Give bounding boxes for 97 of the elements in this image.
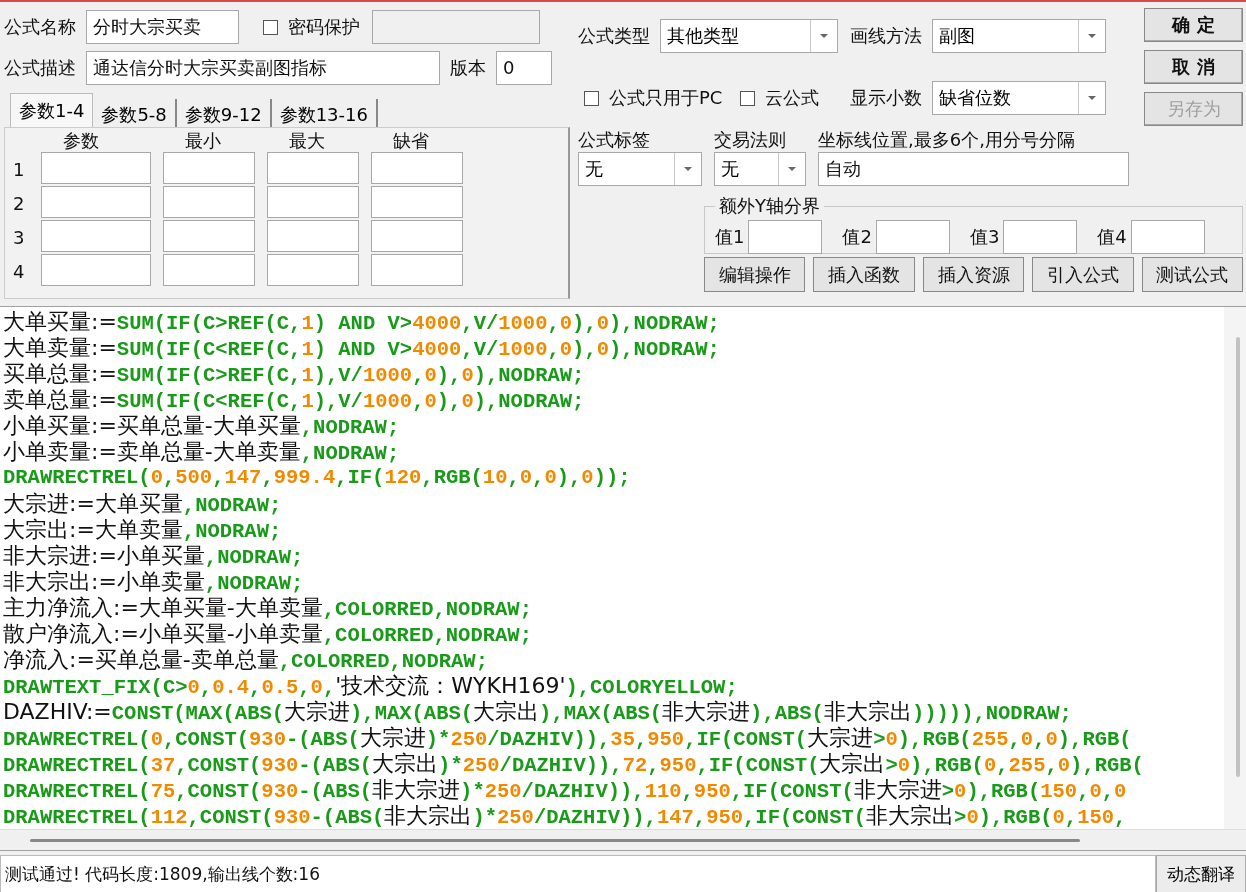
row-number: 1	[13, 158, 26, 180]
checkbox-label: 云公式	[765, 86, 820, 110]
tool-button[interactable]: 引入公式	[1032, 257, 1134, 292]
dropdown[interactable]: 缺省位数	[932, 81, 1106, 115]
tab[interactable]: 参数1-4	[10, 93, 94, 127]
tool-button[interactable]: 编辑操作	[704, 257, 806, 292]
field-label: 交易法则	[714, 129, 786, 150]
column-header: 参数	[62, 130, 100, 152]
row-number: 4	[13, 260, 26, 282]
param-input[interactable]	[163, 186, 255, 218]
input-field[interactable]: 分时大宗买卖	[86, 10, 239, 44]
vertical-scrollbar[interactable]	[1224, 307, 1246, 830]
param-input[interactable]	[163, 254, 255, 286]
field-label: 公式标签	[578, 129, 650, 150]
code-line: 小单买量:=买单总量-大单买量,NODRAW;	[3, 413, 400, 439]
code-line: 大宗出:=大单卖量,NODRAW;	[3, 517, 282, 543]
field-label: 显示小数	[850, 86, 922, 110]
field-label: 值4	[1097, 225, 1127, 249]
input-field[interactable]: 自动	[818, 152, 1129, 186]
code-line: DAZHIV:=CONST(MAX(ABS(大宗进),MAX(ABS(大宗出),MAX(ABS(非大宗进),ABS(非大宗出))))),NODRAW;	[3, 699, 1072, 725]
field-label: 画线方法	[850, 24, 922, 48]
caret-icon	[819, 33, 829, 39]
code-line: 非大宗出:=小单卖量,NODRAW;	[3, 569, 304, 595]
checkbox-label: 密码保护	[288, 15, 360, 39]
input-field[interactable]	[875, 220, 950, 254]
code-line: 大单卖量:=SUM(IF(C<REF(C,1) AND V>4000,V/1000,0),0),NODRAW;	[3, 335, 720, 361]
code-line: 大宗进:=大单买量,NODRAW;	[3, 491, 282, 517]
tool-button[interactable]: 插入函数	[813, 257, 915, 292]
code-line: 净流入:=买单总量-卖单总量,COLORRED,NODRAW;	[3, 647, 488, 673]
param-input[interactable]	[41, 220, 151, 252]
code-line: 卖单总量:=SUM(IF(C<REF(C,1),V/1000,0),0),NODRAW;	[3, 387, 585, 413]
scrollbar-thumb[interactable]	[1236, 337, 1240, 777]
caret-icon	[683, 166, 693, 172]
code-line: DRAWRECTREL(37,CONST(930-(ABS(大宗出)*250/DAZHIV)),72,950,IF(CONST(大宗出>0),RGB(0,255,0),RGB(	[3, 751, 1144, 777]
checkbox[interactable]	[263, 19, 278, 35]
input-field[interactable]: 0	[496, 51, 552, 85]
field-label: 公式描述	[4, 56, 76, 80]
group-title: 额外Y轴分界	[718, 194, 821, 218]
param-input[interactable]	[163, 152, 255, 184]
param-input[interactable]	[41, 152, 151, 184]
checkbox[interactable]	[584, 90, 599, 106]
field-label: 公式名称	[4, 15, 76, 39]
input-field[interactable]: 通达信分时大宗买卖副图指标	[86, 51, 440, 85]
field-label: 公式类型	[578, 24, 650, 48]
horizontal-scrollbar[interactable]	[0, 829, 1246, 850]
field-label: 值1	[715, 225, 745, 249]
code-line: 小单卖量:=卖单总量-大单卖量,NODRAW;	[3, 439, 400, 465]
code-line: 主力净流入:=大单买量-大单卖量,COLORRED,NODRAW;	[3, 595, 532, 621]
param-input[interactable]	[267, 254, 359, 286]
param-input[interactable]	[371, 254, 463, 286]
field-label: 坐标线位置,最多6个,用分号分隔	[818, 129, 1075, 150]
checkbox[interactable]	[740, 90, 756, 106]
code-line: DRAWTEXT_FIX(C>0,0.4,0.5,0,'技术交流：WYKH169'),COLORYELLOW;	[3, 673, 738, 699]
dropdown[interactable]: 无	[578, 152, 702, 186]
status-message: 测试通过! 代码长度:1809,输出线个数:16	[0, 855, 1156, 892]
code-line: DRAWRECTREL(0,CONST(930-(ABS(大宗进)*250/DAZHIV)),35,950,IF(CONST(大宗进>0),RGB(255,0,0),RGB(	[3, 725, 1132, 751]
code-line: 大单买量:=SUM(IF(C>REF(C,1) AND V>4000,V/1000,0),0),NODRAW;	[3, 309, 720, 335]
param-input[interactable]	[267, 186, 359, 218]
tool-button[interactable]: 测试公式	[1141, 257, 1244, 292]
param-input[interactable]	[163, 220, 255, 252]
param-input[interactable]	[41, 186, 151, 218]
field-label: 值2	[842, 225, 872, 249]
dropdown[interactable]: 其他类型	[660, 19, 838, 53]
action-button[interactable]: 确 定	[1144, 8, 1243, 42]
column-header: 缺省	[392, 130, 430, 152]
caret-icon	[1087, 33, 1097, 39]
column-header: 最小	[184, 130, 222, 152]
param-input[interactable]	[41, 254, 151, 286]
param-input[interactable]	[267, 152, 359, 184]
input-field[interactable]	[1130, 220, 1205, 254]
row-number: 2	[13, 192, 26, 214]
field-label: 版本	[450, 56, 486, 80]
caret-icon	[787, 166, 797, 172]
param-input[interactable]	[371, 152, 463, 184]
dropdown[interactable]: 副图	[932, 19, 1106, 53]
code-line: DRAWRECTREL(0,500,147,999.4,IF(120,RGB(10,0,0),0));	[3, 465, 631, 491]
input-field[interactable]	[1003, 220, 1078, 254]
code-line: 非大宗进:=小单买量,NODRAW;	[3, 543, 304, 569]
translate-button[interactable]: 动态翻译	[1156, 855, 1246, 892]
param-input[interactable]	[371, 220, 463, 252]
action-button[interactable]: 取 消	[1144, 50, 1243, 84]
caret-icon	[1087, 95, 1097, 101]
input-field[interactable]	[748, 220, 823, 254]
scrollbar-thumb[interactable]	[30, 839, 1080, 842]
row-number: 3	[13, 226, 26, 248]
checkbox-label: 公式只用于PC	[609, 86, 723, 110]
dropdown[interactable]: 无	[714, 152, 806, 186]
column-header: 最大	[288, 130, 326, 152]
input-field[interactable]	[372, 10, 540, 44]
param-input[interactable]	[371, 186, 463, 218]
code-line: DRAWRECTREL(75,CONST(930-(ABS(非大宗进)*250/DAZHIV)),110,950,IF(CONST(非大宗进>0),RGB(150,0,0	[3, 777, 1127, 803]
field-label: 值3	[969, 225, 1000, 249]
param-input[interactable]	[267, 220, 359, 252]
tool-button[interactable]: 插入资源	[922, 257, 1025, 292]
code-line: 买单总量:=SUM(IF(C>REF(C,1),V/1000,0),0),NODRAW;	[3, 361, 585, 387]
code-line: 散户净流入:=小单买量-小单卖量,COLORRED,NODRAW;	[3, 621, 532, 647]
code-line: DRAWRECTREL(112,CONST(930-(ABS(非大宗出)*250/DAZHIV)),147,950,IF(CONST(非大宗出>0),RGB(0,150,	[3, 803, 1127, 829]
